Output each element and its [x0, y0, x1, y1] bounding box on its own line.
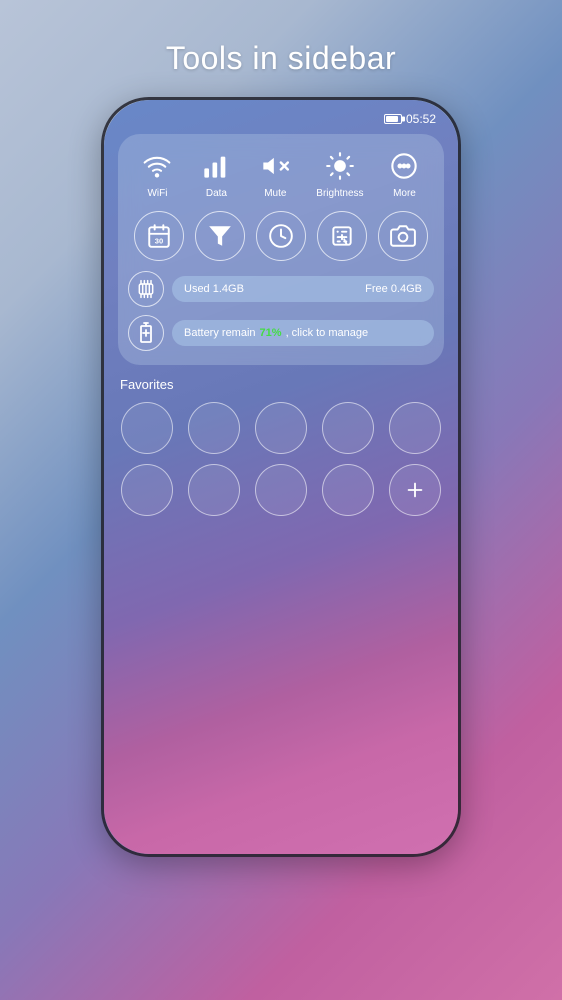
calculator-button[interactable] [317, 211, 367, 261]
data-toggle[interactable]: Data [198, 148, 234, 199]
battery-row[interactable]: Battery remain 71% , click to manage [128, 315, 434, 351]
brightness-icon [322, 148, 358, 184]
mute-label: Mute [264, 188, 286, 199]
controls-panel: WiFi Data [118, 134, 444, 365]
calendar-button[interactable]: 30 [134, 211, 184, 261]
brightness-toggle[interactable]: Brightness [316, 148, 363, 199]
wifi-icon [139, 148, 175, 184]
quick-toggles-row: WiFi Data [128, 148, 434, 199]
fav-item-5[interactable] [389, 402, 441, 454]
status-bar: 05:52 [104, 100, 458, 130]
fav-item-4[interactable] [322, 402, 374, 454]
phone-frame: 05:52 WiFi [101, 97, 461, 857]
ram-used-label: Used 1.4GB [184, 283, 244, 295]
wifi-toggle[interactable]: WiFi [139, 148, 175, 199]
data-icon [198, 148, 234, 184]
status-battery: 05:52 [384, 112, 436, 126]
battery-status-icon [384, 114, 402, 124]
mute-toggle[interactable]: Mute [257, 148, 293, 199]
more-icon [386, 148, 422, 184]
favorites-row-1 [118, 402, 444, 454]
ram-icon [128, 271, 164, 307]
battery-percent: 71% [260, 327, 282, 339]
clock-button[interactable] [256, 211, 306, 261]
fav-item-3[interactable] [255, 402, 307, 454]
fav-item-6[interactable] [121, 464, 173, 516]
brightness-label: Brightness [316, 188, 363, 199]
fav-item-9[interactable] [322, 464, 374, 516]
battery-bar: Battery remain 71% , click to manage [172, 320, 434, 346]
add-favorite-button[interactable] [389, 464, 441, 516]
more-label: More [393, 188, 416, 199]
fav-item-8[interactable] [255, 464, 307, 516]
wifi-label: WiFi [147, 188, 167, 199]
filter-button[interactable] [195, 211, 245, 261]
ram-bar: Used 1.4GB Free 0.4GB [172, 276, 434, 302]
app-icons-row: 30 [128, 211, 434, 261]
favorites-section: Favorites [118, 377, 444, 516]
fav-item-7[interactable] [188, 464, 240, 516]
favorites-grid [118, 402, 444, 516]
phone-screen: 05:52 WiFi [104, 100, 458, 854]
mute-icon [257, 148, 293, 184]
battery-suffix: , click to manage [286, 327, 369, 339]
status-time: 05:52 [406, 112, 436, 126]
more-toggle[interactable]: More [386, 148, 422, 199]
battery-prefix: Battery remain [184, 327, 256, 339]
ram-free-label: Free 0.4GB [365, 283, 422, 295]
favorites-label: Favorites [118, 377, 444, 392]
data-label: Data [206, 188, 227, 199]
fav-item-2[interactable] [188, 402, 240, 454]
battery-icon [128, 315, 164, 351]
camera-button[interactable] [378, 211, 428, 261]
fav-item-1[interactable] [121, 402, 173, 454]
page-title: Tools in sidebar [166, 40, 396, 77]
favorites-row-2 [118, 464, 444, 516]
ram-row[interactable]: Used 1.4GB Free 0.4GB [128, 271, 434, 307]
svg-text:30: 30 [154, 237, 162, 246]
